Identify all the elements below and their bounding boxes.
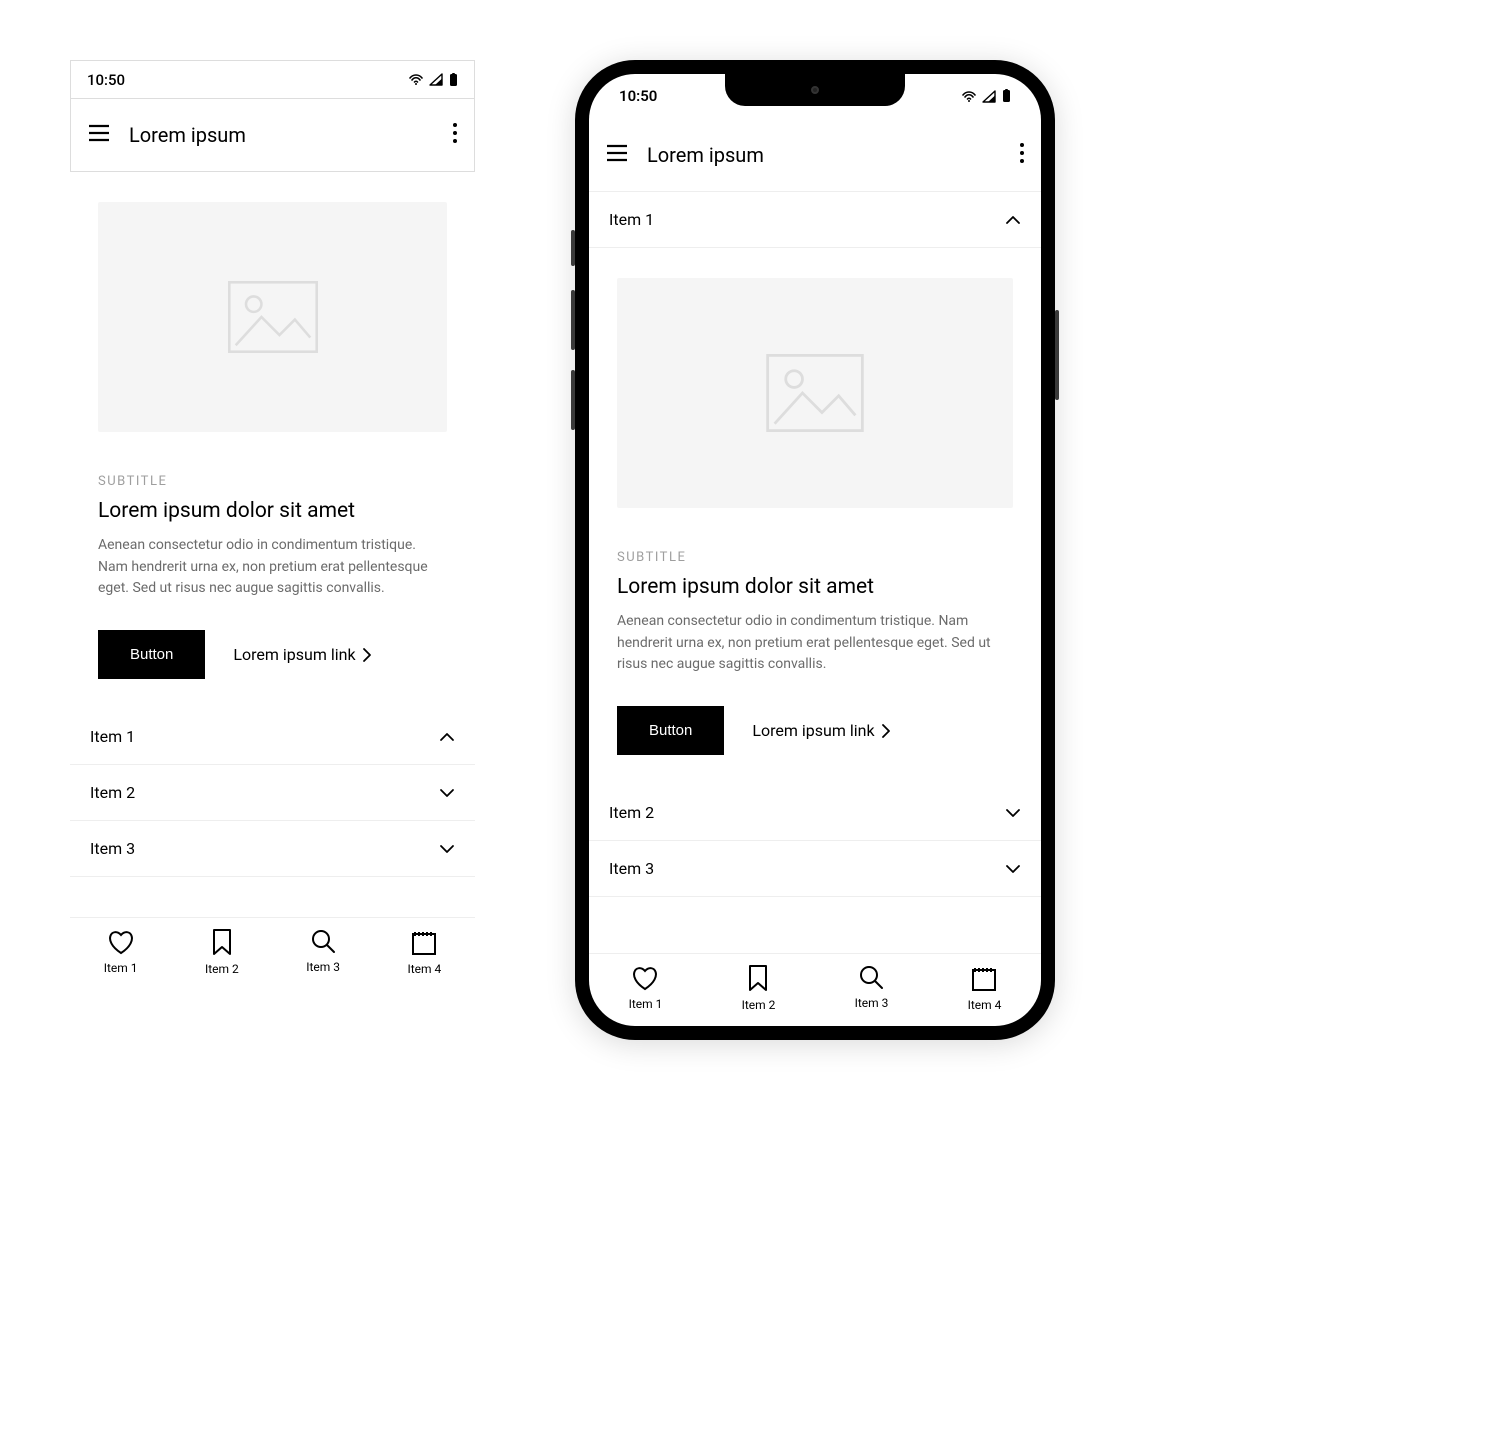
card-title: Lorem ipsum dolor sit amet	[98, 499, 447, 523]
nav-item-4[interactable]: Item 4	[407, 928, 441, 976]
overflow-button[interactable]	[1019, 143, 1025, 167]
accordion-item-3[interactable]: Item 3	[70, 821, 475, 877]
accordion-item-1[interactable]: Item 1	[70, 709, 475, 765]
heart-icon	[631, 964, 659, 991]
card-link-label: Lorem ipsum link	[752, 721, 874, 740]
chevron-down-icon	[439, 788, 455, 798]
nav-label: Item 4	[968, 998, 1002, 1012]
search-icon	[310, 928, 336, 954]
mockup-flat: 10:50 Lorem ipsum SUBTITLE Lorem ipsum d…	[70, 60, 475, 990]
wifi-icon	[409, 73, 423, 86]
bottom-nav: Item 1 Item 2 Item 3 Item 4	[70, 917, 475, 990]
battery-icon	[449, 73, 458, 87]
menu-button[interactable]	[605, 142, 629, 168]
bottom-nav: Item 1 Item 2 Item 3 Item 4	[589, 953, 1041, 1026]
accordion-label: Item 2	[609, 803, 654, 822]
nav-item-4[interactable]: Item 4	[968, 964, 1002, 1012]
app-bar: Lorem ipsum	[70, 98, 475, 172]
card-link-label: Lorem ipsum link	[233, 645, 355, 664]
overflow-button[interactable]	[452, 123, 458, 147]
menu-button[interactable]	[87, 122, 111, 148]
image-placeholder	[98, 202, 447, 432]
bookmark-icon	[210, 928, 234, 956]
accordion-label: Item 2	[90, 783, 135, 802]
status-bar: 10:50	[70, 60, 475, 98]
accordion-item-2[interactable]: Item 2	[589, 785, 1041, 841]
card-link[interactable]: Lorem ipsum link	[233, 645, 371, 664]
nav-label: Item 4	[407, 962, 441, 976]
card-link[interactable]: Lorem ipsum link	[752, 721, 890, 740]
search-icon	[858, 964, 884, 990]
nav-label: Item 2	[205, 962, 239, 976]
signal-icon	[429, 73, 443, 86]
status-time: 10:50	[619, 87, 657, 105]
calendar-icon	[970, 964, 998, 992]
accordion-label: Item 3	[609, 859, 654, 878]
nav-label: Item 2	[742, 998, 776, 1012]
card-description: Aenean consectetur odio in condimentum t…	[617, 611, 1013, 676]
image-placeholder	[617, 278, 1013, 508]
card-subtitle: SUBTITLE	[98, 474, 447, 489]
primary-button[interactable]: Button	[98, 630, 205, 679]
nav-label: Item 1	[104, 961, 138, 975]
wifi-icon	[962, 90, 976, 103]
calendar-icon	[410, 928, 438, 956]
accordion-label: Item 1	[90, 727, 135, 746]
app-title: Lorem ipsum	[647, 143, 1001, 167]
accordion-label: Item 1	[609, 210, 654, 229]
device-side-button	[571, 230, 575, 266]
chevron-down-icon	[1005, 864, 1021, 874]
chevron-right-icon	[362, 647, 372, 663]
chevron-up-icon	[439, 732, 455, 742]
battery-icon	[1002, 89, 1011, 103]
card-description: Aenean consectetur odio in condimentum t…	[98, 535, 447, 600]
device-notch	[725, 74, 905, 106]
camera-icon	[811, 86, 819, 94]
nav-item-1[interactable]: Item 1	[104, 928, 138, 976]
app-bar: Lorem ipsum	[589, 118, 1041, 192]
device-side-button	[1055, 310, 1059, 400]
nav-item-2[interactable]: Item 2	[205, 928, 239, 976]
card-title: Lorem ipsum dolor sit amet	[617, 575, 1013, 599]
device-side-button	[571, 290, 575, 350]
app-title: Lorem ipsum	[129, 123, 434, 147]
nav-label: Item 3	[306, 960, 340, 974]
chevron-down-icon	[439, 844, 455, 854]
accordion-item-1[interactable]: Item 1	[589, 192, 1041, 248]
accordion-item-2[interactable]: Item 2	[70, 765, 475, 821]
image-icon	[766, 354, 864, 432]
nav-item-3[interactable]: Item 3	[306, 928, 340, 976]
device-frame: 10:50 Lorem ipsum Item 1	[575, 60, 1055, 1040]
device-side-button	[571, 370, 575, 430]
chevron-down-icon	[1005, 808, 1021, 818]
nav-item-1[interactable]: Item 1	[629, 964, 663, 1012]
heart-icon	[107, 928, 135, 955]
accordion-label: Item 3	[90, 839, 135, 858]
nav-label: Item 1	[629, 997, 663, 1011]
nav-item-2[interactable]: Item 2	[742, 964, 776, 1012]
card-subtitle: SUBTITLE	[617, 550, 1013, 565]
signal-icon	[982, 90, 996, 103]
primary-button[interactable]: Button	[617, 706, 724, 755]
bookmark-icon	[746, 964, 770, 992]
nav-label: Item 3	[855, 996, 889, 1010]
chevron-right-icon	[881, 723, 891, 739]
status-time: 10:50	[87, 71, 125, 89]
accordion-item-3[interactable]: Item 3	[589, 841, 1041, 897]
chevron-up-icon	[1005, 215, 1021, 225]
nav-item-3[interactable]: Item 3	[855, 964, 889, 1012]
image-icon	[228, 281, 318, 353]
